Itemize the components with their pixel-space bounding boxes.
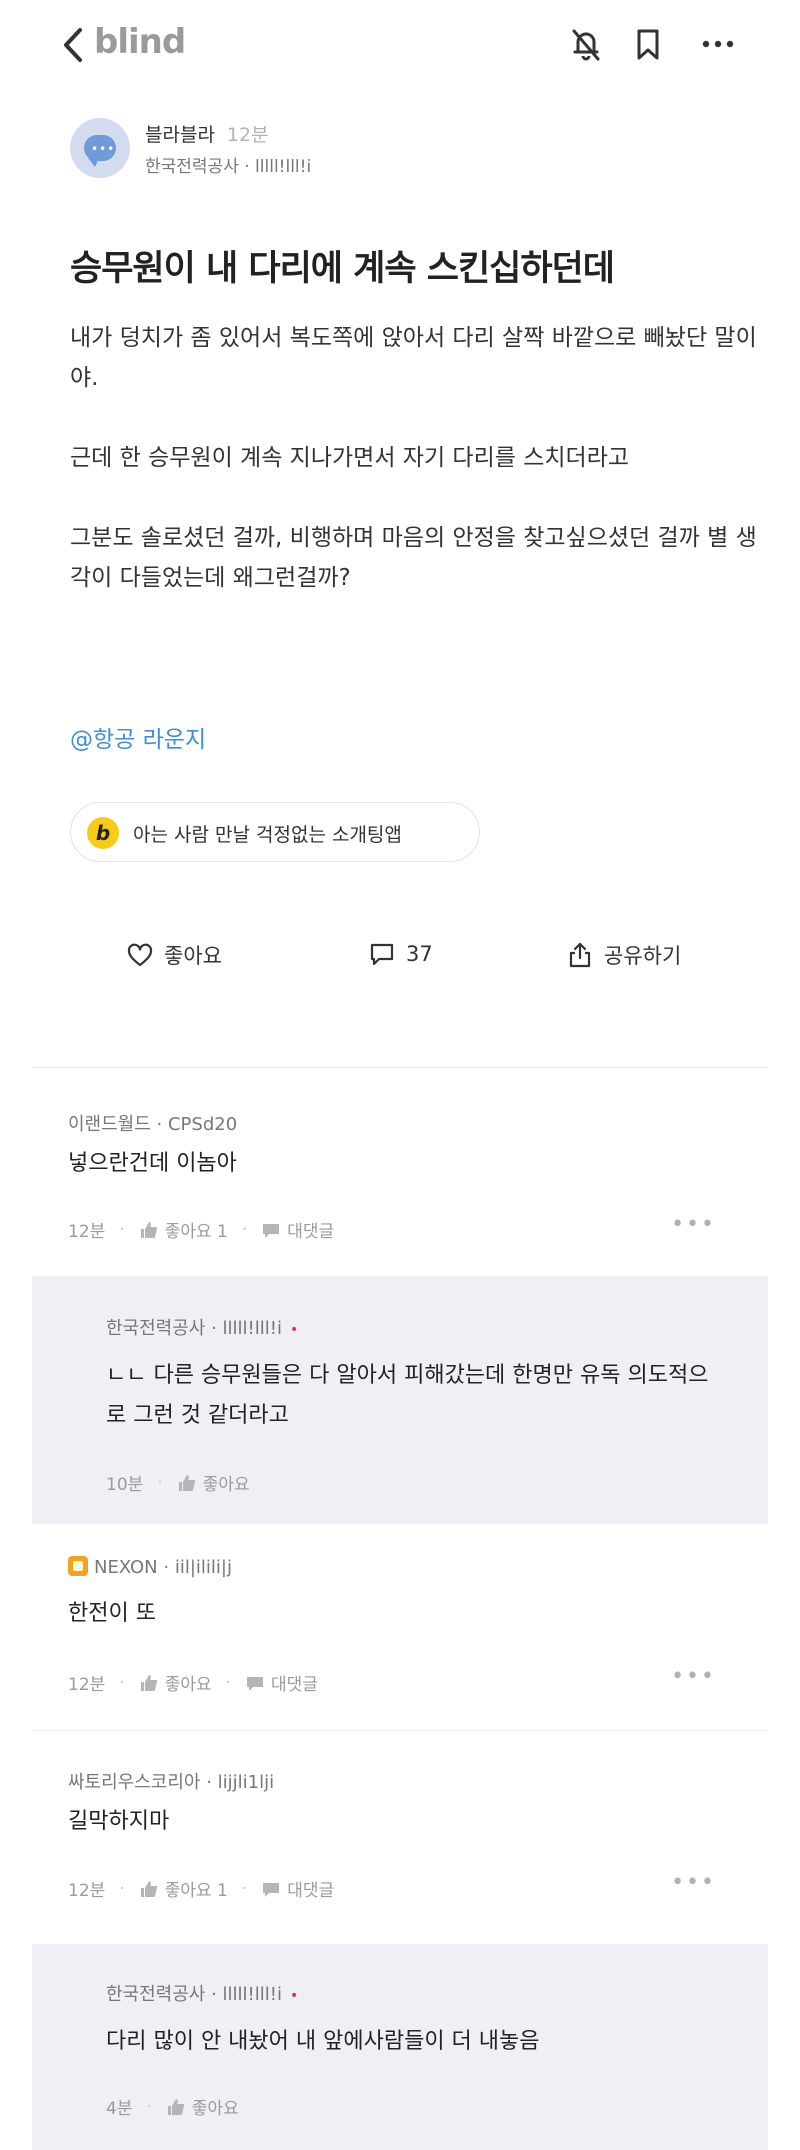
comment-like-label: 좋아요 — [191, 2099, 239, 2119]
reply-label: 대댓글 — [287, 1222, 335, 1242]
reply-label: 대댓글 — [271, 1675, 318, 1695]
comment-count: 37 — [406, 942, 433, 966]
post-paragraph: 내가 덩치가 좀 있어서 복도쪽에 앉아서 다리 살짝 바깥으로 빼놨단 말이야… — [70, 325, 757, 391]
comment-time: 12분 — [68, 1675, 106, 1695]
comment-like-button[interactable]: 좋아요 — [166, 2094, 239, 2119]
comment-time: 12분 — [68, 1222, 106, 1242]
comment-like-label: 좋아요 1 — [164, 1881, 228, 1901]
thumbs-up-icon — [178, 1474, 195, 1491]
post-title: 승무원이 내 다리에 계속 스킨십하던데 — [70, 249, 615, 289]
share-icon — [569, 942, 591, 968]
comment-meta: 4분 · 좋아요 — [106, 2094, 239, 2120]
reply-button[interactable]: 대댓글 — [261, 1217, 334, 1242]
notification-off-icon — [572, 29, 600, 61]
thumbs-up-icon — [140, 1674, 157, 1691]
comment-time: 10분 — [106, 1475, 144, 1495]
comment-text: 길막하지마 — [68, 1809, 170, 1834]
comment-more-icon[interactable]: ••• — [671, 1212, 716, 1237]
comment-item: 싸토리우스코리아 · lijjli1lji 길막하지마 12분 · 좋아요 1 … — [32, 1740, 768, 1915]
more-icon — [702, 40, 734, 48]
comment-meta: 12분 · 좋아요 · 대댓글 — [68, 1670, 318, 1696]
bookmark-button[interactable] — [628, 24, 668, 64]
post-actions: 좋아요 37 공유하기 — [0, 930, 800, 980]
reply-item: 한국전력공사 · lllll!lll!i • 다리 많이 안 내놨어 내 앞에사람… — [32, 1944, 768, 2150]
comment-time: 4분 — [106, 2099, 133, 2119]
ad-logo-icon: b — [87, 817, 119, 849]
brand-logo: blind — [94, 22, 186, 62]
comment-author[interactable]: 싸토리우스코리아 · lijjli1lji — [68, 1768, 274, 1794]
author-badge-dot: • — [289, 1322, 299, 1338]
comment-author[interactable]: 한국전력공사 · lllll!lll!i — [106, 1984, 282, 2005]
comment-more-icon[interactable]: ••• — [671, 1870, 716, 1895]
heart-icon — [127, 943, 153, 967]
comment-more-icon[interactable]: ••• — [671, 1664, 716, 1689]
comment-text: 한전이 또 — [68, 1601, 156, 1626]
comment-author-row: 한국전력공사 · lllll!lll!i • — [106, 1980, 298, 2006]
reply-label: 대댓글 — [287, 1881, 335, 1901]
comment-author-row: 한국전력공사 · lllll!lll!i • — [106, 1314, 298, 1340]
comment-text: ㄴㄴ 다른 승무원들은 다 알아서 피해갔는데 한명만 유독 의도적으로 그런 … — [106, 1363, 709, 1428]
post-paragraph: 그분도 솔로셨던 걸까, 비행하며 마음의 안정을 찾고싶으셨던 걸까 별 생각… — [70, 525, 757, 591]
company-logo-icon — [68, 1556, 88, 1576]
comment-meta: 10분 · 좋아요 — [106, 1470, 250, 1496]
share-label: 공유하기 — [604, 944, 682, 968]
ad-banner[interactable]: b 아는 사람 만날 걱정없는 소개팅앱 — [70, 802, 480, 862]
comment-button[interactable]: 37 — [368, 940, 433, 968]
comment-like-button[interactable]: 좋아요 — [139, 1670, 212, 1695]
comment-like-button[interactable]: 좋아요 — [177, 1470, 250, 1495]
top-bar: blind — [0, 0, 800, 90]
comment-author-row: NEXON · iil|ilili|j — [68, 1556, 232, 1578]
like-label: 좋아요 — [164, 944, 222, 968]
channel-hashtag[interactable]: @항공 라운지 — [70, 720, 206, 754]
comment-like-label: 좋아요 — [164, 1675, 212, 1695]
comment-author[interactable]: NEXON · iil|ilili|j — [94, 1557, 232, 1578]
comment-item: NEXON · iil|ilili|j 한전이 또 12분 · 좋아요 · 대댓… — [32, 1536, 768, 1711]
comment-like-button[interactable]: 좋아요 1 — [139, 1217, 228, 1242]
post-body: 내가 덩치가 좀 있어서 복도쪽에 앉아서 다리 살짝 바깥으로 빼놨단 말이야… — [70, 318, 760, 638]
share-button[interactable]: 공유하기 — [566, 940, 681, 970]
reply-item: 한국전력공사 · lllll!lll!i • ㄴㄴ 다른 승무원들은 다 알아서 … — [32, 1276, 768, 1524]
thumbs-up-icon — [140, 1880, 157, 1897]
author-name[interactable]: 블라블라 — [145, 124, 215, 146]
comment-author[interactable]: 한국전력공사 · lllll!lll!i — [106, 1318, 282, 1339]
comment-item: 이랜드월드 · CPSd20 넣으란건데 이놈아 12분 · 좋아요 1 · 대… — [32, 1090, 768, 1260]
section-divider — [32, 1067, 768, 1068]
back-icon — [64, 28, 82, 62]
post-time: 12분 — [226, 124, 269, 146]
comment-like-label: 좋아요 1 — [164, 1222, 228, 1242]
reply-button[interactable]: 대댓글 — [245, 1670, 318, 1695]
bookmark-icon — [637, 29, 659, 60]
comment-author[interactable]: 이랜드월드 · CPSd20 — [68, 1110, 237, 1136]
more-button[interactable] — [698, 24, 738, 64]
like-button[interactable]: 좋아요 — [126, 940, 222, 970]
comment-meta: 12분 · 좋아요 1 · 대댓글 — [68, 1876, 334, 1902]
author-company: 한국전력공사 · lllll!lll!i — [145, 157, 312, 177]
speech-bubble-icon — [263, 1882, 280, 1897]
reply-button[interactable]: 대댓글 — [261, 1876, 334, 1901]
comment-like-button[interactable]: 좋아요 1 — [139, 1876, 228, 1901]
back-button[interactable] — [56, 24, 92, 66]
comment-meta: 12분 · 좋아요 1 · 대댓글 — [68, 1217, 334, 1243]
thumbs-up-icon — [140, 1221, 157, 1238]
comment-time: 12분 — [68, 1881, 106, 1901]
speech-bubble-icon — [247, 1676, 264, 1691]
ad-text: 아는 사람 만날 걱정없는 소개팅앱 — [133, 824, 402, 846]
comment-text: 다리 많이 안 내놨어 내 앞에사람들이 더 내놓음 — [106, 2029, 540, 2054]
comment-icon — [370, 943, 394, 966]
author-badge-dot: • — [289, 1988, 299, 2004]
comment-like-label: 좋아요 — [202, 1475, 250, 1495]
comment-divider — [32, 1730, 768, 1731]
notification-off-button[interactable] — [566, 24, 606, 64]
post-paragraph: 근데 한 승무원이 계속 지나가면서 자기 다리를 스치더라고 — [70, 445, 630, 471]
thumbs-up-icon — [167, 2098, 185, 2115]
author-name-row: 블라블라 12분 — [145, 120, 269, 147]
speech-bubble-icon — [263, 1223, 280, 1238]
comment-text: 넣으란건데 이놈아 — [68, 1151, 237, 1176]
avatar[interactable]: ••• — [70, 118, 130, 178]
